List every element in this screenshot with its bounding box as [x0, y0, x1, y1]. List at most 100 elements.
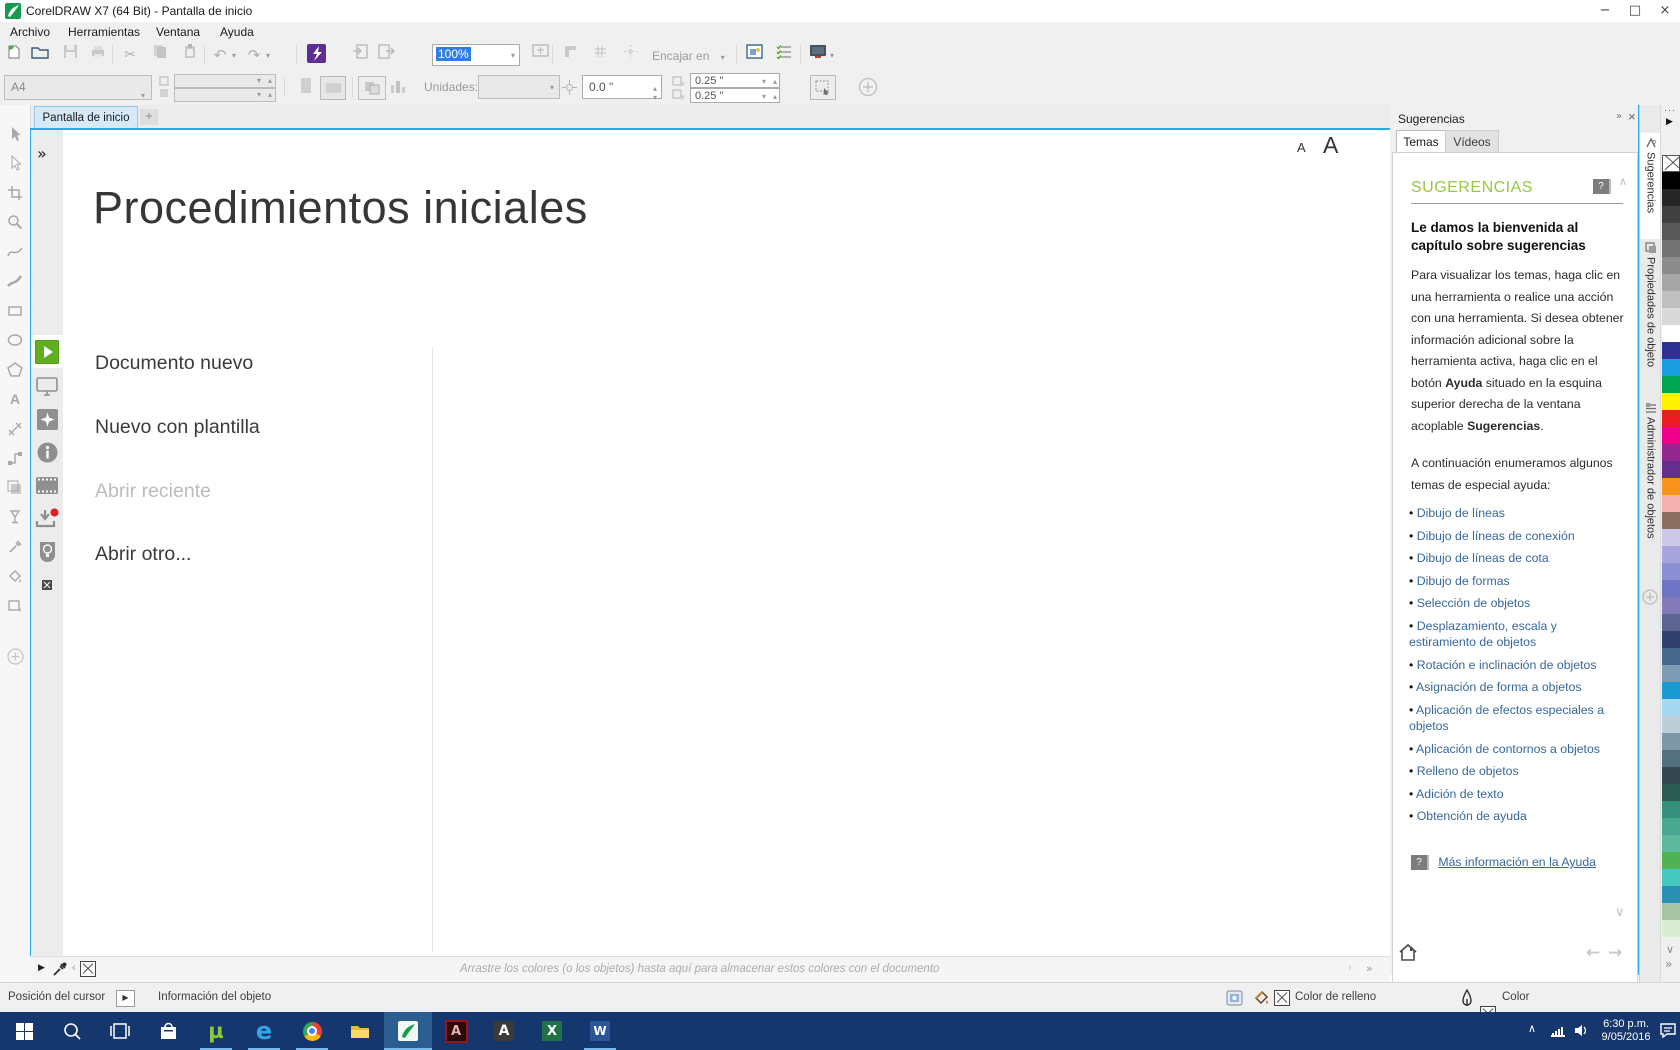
- task-view-button[interactable]: [96, 1012, 144, 1050]
- color-swatch[interactable]: [1662, 920, 1680, 937]
- color-swatch[interactable]: [1662, 223, 1680, 240]
- color-swatch[interactable]: [1662, 767, 1680, 784]
- side-tab-sugerencias[interactable]: ? Sugerencias: [1640, 133, 1661, 239]
- color-swatch[interactable]: [1662, 444, 1680, 461]
- tip-topic-link[interactable]: Dibujo de líneas de cota: [1409, 550, 1627, 567]
- new-tab-button[interactable]: +: [140, 109, 158, 125]
- nudge-spinner[interactable]: 0.0 " ▴ ▾: [582, 75, 662, 99]
- palette-expand-button[interactable]: »: [1665, 957, 1672, 971]
- color-swatch[interactable]: [1662, 648, 1680, 665]
- save-button[interactable]: [58, 44, 82, 66]
- zoom-tool[interactable]: [0, 208, 30, 237]
- no-color-swatch[interactable]: [80, 961, 96, 977]
- nav-getting-started-button[interactable]: [31, 335, 63, 368]
- portrait-button[interactable]: [296, 77, 316, 97]
- tip-topic-link[interactable]: Relleno de objetos: [1409, 763, 1627, 780]
- nav-membership-button[interactable]: [31, 535, 63, 568]
- color-swatch[interactable]: [1662, 240, 1680, 257]
- nav-gallery-button[interactable]: [31, 403, 63, 436]
- redo-button[interactable]: ↷: [242, 44, 266, 66]
- nav-product-info-button[interactable]: [31, 436, 63, 469]
- taskbar-clock[interactable]: 6:30 p.m. 9/05/2016: [1596, 1018, 1656, 1044]
- tray-network-icon[interactable]: [1550, 1024, 1566, 1037]
- color-swatch[interactable]: [1662, 699, 1680, 716]
- action-center-icon[interactable]: [1660, 1023, 1676, 1038]
- show-rulers-button[interactable]: [558, 44, 582, 66]
- tip-topic-link[interactable]: Selección de objetos: [1409, 595, 1627, 612]
- color-swatch[interactable]: [1662, 478, 1680, 495]
- start-button[interactable]: [0, 1012, 48, 1050]
- taskbar-explorer-button[interactable]: [336, 1012, 384, 1050]
- show-guidelines-button[interactable]: [618, 44, 642, 66]
- tip-topic-link[interactable]: Adición de texto: [1409, 786, 1627, 803]
- tip-topic-link[interactable]: Rotación e inclinación de objetos: [1409, 657, 1627, 674]
- nav-whats-new-button[interactable]: [31, 370, 63, 403]
- decrease-text-size-button[interactable]: A: [1297, 140, 1306, 155]
- tip-topic-link[interactable]: Asignación de forma a objetos: [1409, 679, 1627, 696]
- color-swatch[interactable]: [1662, 716, 1680, 733]
- taskbar-search-button[interactable]: [48, 1012, 96, 1050]
- home-button-icon[interactable]: [1398, 943, 1418, 962]
- color-swatch[interactable]: [1662, 376, 1680, 393]
- minimize-button[interactable]: −: [1590, 0, 1620, 22]
- color-swatch[interactable]: [1662, 189, 1680, 206]
- color-swatch[interactable]: [1662, 308, 1680, 325]
- color-swatch[interactable]: [1662, 427, 1680, 444]
- treat-as-filled-button[interactable]: [810, 75, 836, 100]
- docker-tab-videos[interactable]: Vídeos: [1445, 130, 1499, 154]
- zoom-level-combo[interactable]: 100% ▾: [432, 44, 520, 66]
- color-swatch[interactable]: [1662, 546, 1680, 563]
- tip-topic-link[interactable]: Aplicación de contornos a objetos: [1409, 741, 1627, 758]
- no-color-swatch[interactable]: [1662, 155, 1680, 172]
- nav-settings-button[interactable]: [31, 568, 63, 601]
- copy-button[interactable]: [148, 44, 172, 66]
- rectangle-tool[interactable]: [0, 296, 30, 325]
- color-swatch[interactable]: [1662, 257, 1680, 274]
- open-button[interactable]: [28, 44, 52, 66]
- page-width-spinner[interactable]: ▾ ▴: [174, 74, 276, 88]
- artistic-media-tool[interactable]: [0, 267, 30, 296]
- color-swatch[interactable]: [1662, 597, 1680, 614]
- taskbar-acrobat-button[interactable]: A: [432, 1012, 480, 1050]
- link-documento-nuevo[interactable]: Documento nuevo: [95, 352, 253, 375]
- color-swatch[interactable]: [1662, 614, 1680, 631]
- export-button[interactable]: [374, 44, 398, 66]
- import-button[interactable]: [348, 44, 372, 66]
- page-size-combo[interactable]: A4 ▾: [4, 75, 152, 100]
- snap-to-dropdown[interactable]: Encajar en ▾: [652, 49, 725, 63]
- freehand-tool[interactable]: [0, 237, 30, 266]
- color-swatch[interactable]: [1662, 172, 1680, 189]
- taskbar-store-button[interactable]: [144, 1012, 192, 1050]
- more-info-row[interactable]: ? Más información en la Ayuda: [1411, 855, 1596, 870]
- color-swatch[interactable]: [1662, 342, 1680, 359]
- tip-topic-link[interactable]: Desplazamiento, escala y estiramiento de…: [1409, 618, 1627, 651]
- duplicate-y-spinner[interactable]: 0.25 " ▾ ▴: [690, 88, 780, 103]
- customize-toolbox-icon[interactable]: [7, 648, 24, 665]
- show-grid-button[interactable]: [588, 44, 612, 66]
- status-flyout-button[interactable]: ▶: [116, 990, 135, 1007]
- link-abrir-otro[interactable]: Abrir otro...: [95, 543, 191, 566]
- color-swatch[interactable]: [1662, 886, 1680, 903]
- eyedropper-icon[interactable]: [52, 961, 68, 977]
- current-page-button[interactable]: [390, 79, 408, 97]
- color-eyedropper-tool[interactable]: [0, 532, 30, 561]
- polygon-tool[interactable]: [0, 355, 30, 384]
- docpalette-scroll-right-button[interactable]: ›: [1348, 962, 1352, 974]
- connector-tool[interactable]: [0, 444, 30, 473]
- welcome-screen-arrow[interactable]: ▾: [830, 51, 834, 60]
- increase-text-size-button[interactable]: A: [1323, 132, 1338, 159]
- tip-topic-link[interactable]: Aplicación de efectos especiales a objet…: [1409, 702, 1627, 735]
- color-swatch[interactable]: [1662, 750, 1680, 767]
- paste-button[interactable]: [178, 44, 202, 66]
- taskbar-coreldraw-button[interactable]: [384, 1012, 432, 1050]
- page-height-spinner[interactable]: ▾ ▴: [174, 88, 276, 102]
- docpalette-flyout-button[interactable]: ▶: [38, 963, 45, 973]
- fullscreen-preview-button[interactable]: [528, 44, 552, 66]
- landscape-button[interactable]: [320, 76, 346, 100]
- redo-dropdown-arrow[interactable]: ▾: [266, 51, 270, 60]
- color-swatch[interactable]: [1662, 291, 1680, 308]
- options-button[interactable]: [742, 44, 766, 66]
- transparency-tool[interactable]: [0, 503, 30, 532]
- docker-tab-temas[interactable]: Temas: [1396, 130, 1446, 153]
- dimension-tool[interactable]: [0, 414, 30, 443]
